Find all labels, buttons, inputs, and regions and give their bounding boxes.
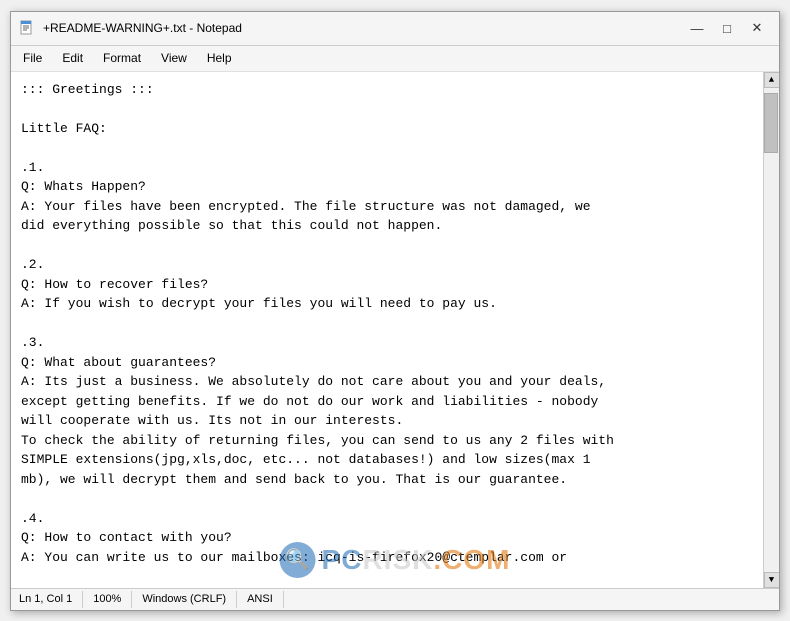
close-button[interactable]: ✕ bbox=[743, 17, 771, 39]
status-bar: Ln 1, Col 1 100% Windows (CRLF) ANSI bbox=[11, 588, 779, 610]
scroll-up-arrow[interactable]: ▲ bbox=[764, 72, 780, 88]
maximize-button[interactable]: □ bbox=[713, 17, 741, 39]
title-bar: +README-WARNING+.txt - Notepad — □ ✕ bbox=[11, 12, 779, 46]
menu-format[interactable]: Format bbox=[95, 49, 149, 67]
minimize-button[interactable]: — bbox=[683, 17, 711, 39]
window-title: +README-WARNING+.txt - Notepad bbox=[43, 21, 242, 35]
notepad-icon bbox=[19, 20, 35, 36]
menu-view[interactable]: View bbox=[153, 49, 195, 67]
menu-file[interactable]: File bbox=[15, 49, 50, 67]
scroll-down-arrow[interactable]: ▼ bbox=[764, 572, 780, 588]
menu-bar: File Edit Format View Help bbox=[11, 46, 779, 72]
menu-help[interactable]: Help bbox=[199, 49, 240, 67]
window-controls: — □ ✕ bbox=[683, 17, 771, 39]
title-bar-left: +README-WARNING+.txt - Notepad bbox=[19, 20, 242, 36]
encoding: ANSI bbox=[237, 591, 284, 608]
scroll-thumb[interactable] bbox=[764, 93, 778, 153]
editor-area: ::: Greetings ::: Little FAQ: .1. Q: Wha… bbox=[11, 72, 779, 588]
vertical-scrollbar[interactable]: ▲ ▼ bbox=[763, 72, 779, 588]
menu-edit[interactable]: Edit bbox=[54, 49, 91, 67]
text-editor[interactable]: ::: Greetings ::: Little FAQ: .1. Q: Wha… bbox=[11, 72, 763, 588]
scroll-track[interactable] bbox=[764, 88, 779, 572]
line-ending: Windows (CRLF) bbox=[132, 591, 237, 608]
zoom-level: 100% bbox=[83, 591, 132, 608]
notepad-window: +README-WARNING+.txt - Notepad — □ ✕ Fil… bbox=[10, 11, 780, 611]
cursor-position: Ln 1, Col 1 bbox=[19, 591, 83, 608]
